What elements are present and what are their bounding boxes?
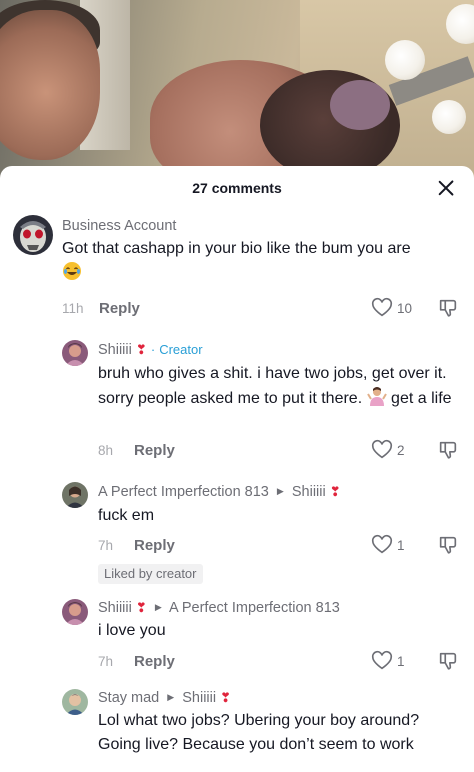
heart-exclamation-icon: ❣ (220, 690, 232, 705)
dislike-button[interactable] (437, 439, 459, 466)
comment-username[interactable]: Business Account (62, 218, 462, 234)
avatar[interactable] (62, 340, 88, 366)
comment-text-end: get a life (391, 390, 452, 407)
light-bulb (432, 100, 466, 134)
hair-bun (330, 80, 390, 130)
close-icon[interactable] (436, 178, 456, 198)
like-count: 10 (397, 300, 413, 316)
comment-username-row: A Perfect Imperfection 813 ▶ Shiiiii ❣ (98, 484, 462, 500)
like-count: 1 (397, 653, 405, 669)
comment-username-row: Shiiiii ❣ ▶ A Perfect Imperfection 813 (98, 600, 462, 616)
reply-button[interactable]: Reply (134, 442, 175, 459)
comment-meta: 8h Reply 2 (0, 439, 474, 463)
thumbs-down-icon (439, 299, 457, 317)
like-button[interactable]: 1 (371, 534, 405, 556)
creator-badge: Creator (159, 342, 203, 357)
heart-exclamation-icon: ❣ (135, 600, 147, 615)
shrug-emoji-icon (366, 386, 387, 414)
reply-button[interactable]: Reply (134, 653, 175, 670)
comment-username[interactable]: A Perfect Imperfection 813 (98, 484, 269, 500)
heart-exclamation-icon: ❣ (329, 484, 341, 499)
avatar[interactable] (62, 689, 88, 715)
comment-username-row: Stay mad ▶ Shiiiii ❣ (98, 690, 462, 706)
liked-by-creator-badge: Liked by creator (98, 564, 203, 584)
like-button[interactable]: 2 (371, 439, 405, 461)
like-count: 2 (397, 442, 405, 458)
reply-to-username[interactable]: Shiiiii (182, 690, 216, 706)
heart-outline-icon (371, 439, 393, 459)
like-button[interactable]: 1 (371, 650, 405, 672)
laughing-emoji-icon (62, 261, 82, 289)
reply-button[interactable]: Reply (134, 537, 175, 554)
reply-to-username[interactable]: Shiiiii (292, 484, 326, 500)
video-background (0, 0, 474, 190)
comment-time: 11h (62, 301, 84, 316)
dislike-button[interactable] (437, 297, 459, 324)
reply-arrow-icon: ▶ (167, 692, 175, 702)
comment-meta: 11h Reply 10 (0, 297, 474, 321)
comment-username[interactable]: Shiiiii (98, 342, 132, 358)
comments-count-title: 27 comments (192, 180, 282, 196)
heart-outline-icon (371, 650, 393, 670)
reply-arrow-icon: ▶ (154, 602, 162, 612)
dislike-button[interactable] (437, 650, 459, 677)
reply-arrow-icon: ▶ (276, 486, 284, 496)
avatar[interactable] (62, 482, 88, 508)
comment-time: 7h (98, 538, 114, 553)
comment-meta: 7h Reply 1 (0, 650, 474, 674)
avatar[interactable] (62, 599, 88, 625)
light-bulb (385, 40, 425, 80)
comment-time: 7h (98, 654, 114, 669)
like-button[interactable]: 10 (371, 297, 412, 319)
heart-outline-icon (371, 297, 393, 317)
creator-separator: · (150, 342, 156, 357)
comment-text: Got that cashapp in your bio like the bu… (62, 237, 462, 289)
reply-button[interactable]: Reply (99, 300, 140, 317)
comments-header: 27 comments (0, 166, 474, 210)
thumbs-down-icon (439, 441, 457, 459)
comment-time: 8h (98, 443, 114, 458)
like-count: 1 (397, 537, 405, 553)
dislike-button[interactable] (437, 534, 459, 561)
thumbs-down-icon (439, 536, 457, 554)
comment-text: bruh who gives a shit. i have two jobs, … (98, 362, 462, 414)
thumbs-down-icon (439, 652, 457, 670)
comment-meta: 7h Reply 1 (0, 534, 474, 558)
reply-to-username[interactable]: A Perfect Imperfection 813 (169, 600, 340, 616)
comment-text-body: Got that cashapp in your bio like the bu… (62, 240, 411, 257)
avatar[interactable] (13, 215, 53, 255)
comment-text: Lol what two jobs? Ubering your boy arou… (98, 712, 420, 753)
comment-text: fuck em (98, 507, 155, 524)
person-face (0, 10, 100, 160)
comment-username[interactable]: Shiiiii (98, 600, 132, 616)
heart-outline-icon (371, 534, 393, 554)
heart-exclamation-icon: ❣ (135, 342, 147, 357)
comments-sheet: 27 comments Business Account Got that ca… (0, 166, 474, 772)
comment-text: i love you (98, 622, 166, 639)
comment-username[interactable]: Stay mad (98, 690, 159, 706)
comment-username-row: Shiiiii ❣ · Creator (98, 342, 462, 358)
